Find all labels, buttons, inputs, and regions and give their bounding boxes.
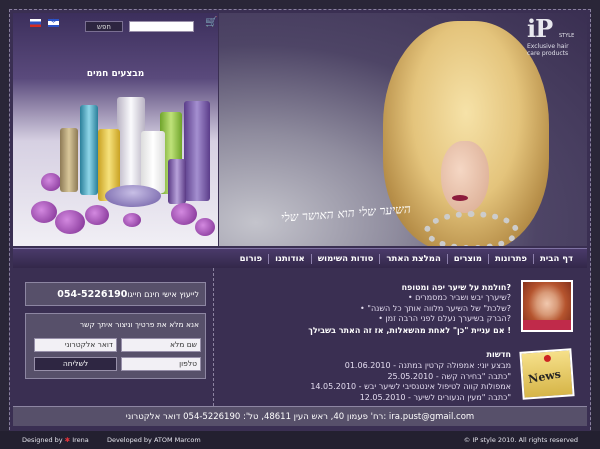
logo-tagline-1: Exclusive hair: [527, 43, 569, 50]
dream-item: • שיערך יבש ושביר כמסמרים?: [407, 293, 511, 302]
nav-about[interactable]: אודותנו: [268, 253, 311, 264]
dream-block: חולמת על שיער יפה ומטופח? • שיערך יבש וש…: [221, 283, 511, 335]
dream-item: • הברק בשיערך נעלם לפני הרבה זמן?: [378, 314, 511, 323]
logo-mark: iP: [527, 14, 553, 43]
russian-flag-icon[interactable]: [30, 19, 41, 27]
dream-title: חולמת על שיער יפה ומטופח?: [401, 283, 511, 292]
cart-icon[interactable]: 🛒: [205, 17, 217, 28]
news-item[interactable]: 25.05.2010 - כתבה "בחירה קשה": [221, 372, 511, 383]
hero-slogan: השיער שלי הוא האושר שלי: [280, 201, 412, 225]
product-bottle: [60, 128, 78, 192]
developer-name[interactable]: ATOM Marcom: [154, 436, 201, 444]
main-nav: דף הבית פתרונות מוצרים המלצת האתר סודות …: [13, 248, 587, 268]
promo-title[interactable]: מבצעים חמים: [13, 69, 218, 79]
avatar-shirt: [523, 320, 571, 330]
product-bottle: [141, 131, 165, 193]
dream-cta[interactable]: אם עניית "כן" לאחת מהשאלות, אז זה האתר ב…: [221, 326, 511, 335]
phone-label: לייעוץ אישי חינם חייגו: [127, 289, 199, 299]
model-face: [441, 141, 489, 213]
orchid-decoration: [85, 205, 109, 225]
orchid-decoration: [55, 210, 85, 234]
news-icon[interactable]: News: [519, 348, 575, 400]
form-title: אנא מלא את פרטיך וניצור איתך קשר: [79, 320, 199, 329]
news-block: חדשות 01.06.2010 - מבצע יוני: אמפולה קרט…: [221, 350, 511, 403]
search-button[interactable]: חפש: [85, 21, 123, 32]
avatar: [521, 280, 573, 332]
designer-name[interactable]: Irena: [72, 436, 89, 444]
orchid-decoration: [123, 213, 141, 227]
news-icon-label: News: [527, 367, 562, 386]
pin-icon: [543, 354, 552, 363]
contact-form: אנא מלא את פרטיך וניצור איתך קשר שם מלא …: [25, 313, 206, 379]
developed-label: Developed by: [106, 436, 152, 444]
designer-logo-icon: ✱: [64, 436, 71, 444]
product-bottle: [168, 159, 186, 204]
footer: Designed by ✱ Irena Developed by ATOM Ma…: [0, 431, 600, 449]
brand-logo[interactable]: iP STYLE Exclusive hair care products: [527, 14, 585, 58]
phone-field[interactable]: טלפון: [121, 357, 201, 371]
product-bottle: [80, 105, 98, 195]
nav-forum[interactable]: פורום: [234, 254, 268, 264]
promo-panel[interactable]: חפש 🛒 מבצעים חמים: [13, 13, 218, 246]
orchid-decoration: [171, 203, 197, 225]
logo-tagline-2: care products: [527, 50, 569, 57]
news-item[interactable]: 01.06.2010 - מבצע יוני: אמפולה קרטין במת…: [221, 361, 511, 372]
nav-home[interactable]: דף הבית: [532, 253, 579, 264]
news-item[interactable]: 12.05.2010 - כתבה "מעין הנעורים לשיער": [221, 393, 511, 404]
phone-number: 054-5226190: [57, 288, 128, 300]
name-field[interactable]: שם מלא: [121, 338, 201, 352]
designed-label: Designed by: [22, 436, 63, 444]
phone-box: 054-5226190 לייעוץ אישי חינם חייגו: [25, 282, 206, 306]
product-jar: [105, 185, 161, 207]
send-button[interactable]: לשליחה: [34, 357, 117, 371]
column-divider: [213, 268, 214, 406]
email-field[interactable]: דואר אלקטרוני: [34, 338, 117, 352]
copyright: © IP style 2010. All rights reserved: [463, 436, 578, 444]
hero-banner: השיער שלי הוא האושר שלי iP STYLE Exclusi…: [219, 13, 587, 246]
address-bar: רח' פעמון 40, ראש העין 48611, טל': 054-5…: [13, 406, 587, 426]
nav-recommendation[interactable]: המלצת האתר: [379, 253, 446, 264]
credits: Designed by ✱ Irena Developed by ATOM Ma…: [22, 436, 201, 444]
israeli-flag-icon[interactable]: [48, 18, 59, 27]
news-title: חדשות: [486, 350, 511, 359]
model-necklace: [424, 211, 519, 246]
model-lips: [452, 195, 468, 201]
product-bottle: [184, 101, 210, 201]
nav-solutions[interactable]: פתרונות: [487, 253, 533, 264]
search-input[interactable]: [129, 21, 194, 32]
orchid-decoration: [195, 218, 215, 236]
nav-usage-secrets[interactable]: סודות השימוש: [310, 253, 380, 264]
logo-sub: STYLE: [559, 33, 575, 39]
dream-item: • "שלכת" של השיער מלווה אותך כל השנה?: [359, 303, 511, 313]
news-item[interactable]: 14.05.2010 - אמפולות קווה לטיפול אינטנסי…: [221, 382, 511, 393]
orchid-decoration: [41, 173, 61, 191]
orchid-decoration: [31, 201, 57, 223]
nav-products[interactable]: מוצרים: [446, 253, 488, 264]
